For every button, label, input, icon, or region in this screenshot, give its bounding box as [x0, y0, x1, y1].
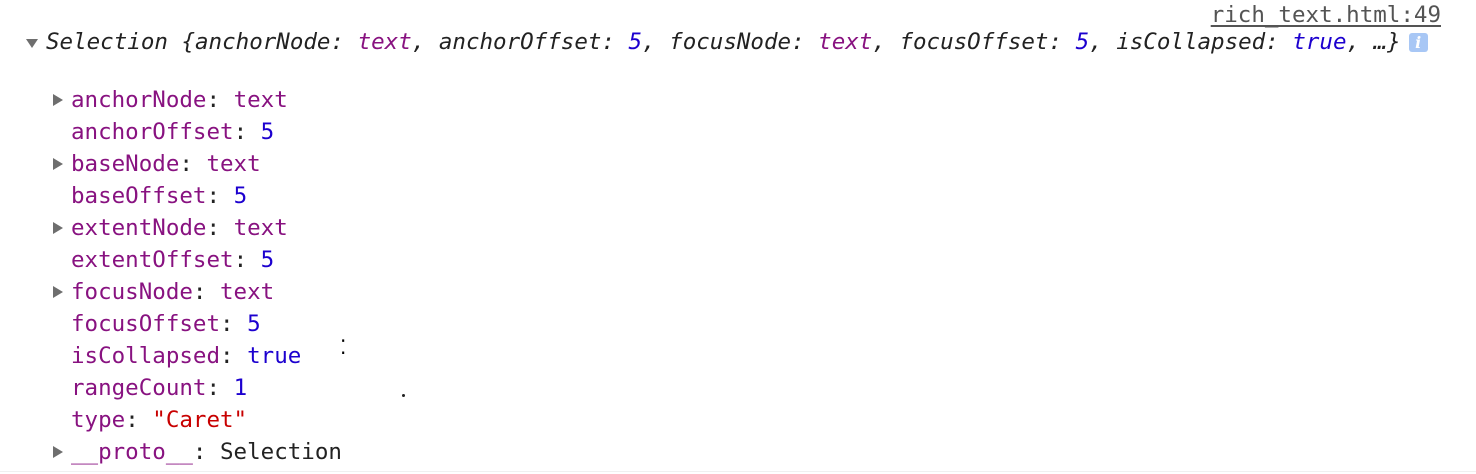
summary-comma: , [1089, 29, 1117, 55]
property-separator: : [206, 87, 234, 113]
property-row-rangecount: rangeCount: 1 [0, 372, 1476, 404]
property-key: anchorNode [71, 87, 207, 113]
property-value: 1 [233, 375, 248, 401]
summary-colon: : [1048, 29, 1076, 55]
triangle-down-icon[interactable] [26, 39, 38, 48]
property-separator: : [206, 183, 234, 209]
summary-type-name: Selection [46, 29, 168, 55]
selection-summary[interactable]: Selection {anchorNode: text, anchorOffse… [46, 28, 1446, 56]
property-row-baseoffset: baseOffset: 5 [0, 180, 1476, 212]
property-value: 5 [260, 119, 275, 145]
summary-key-focus-offset: focusOffset [899, 29, 1049, 55]
property-separator: : [206, 375, 234, 401]
triangle-right-icon[interactable] [53, 158, 63, 170]
property-value: Selection [220, 439, 342, 465]
summary-value-is-collapsed: true [1292, 29, 1347, 55]
property-key: baseNode [71, 151, 180, 177]
property-key: anchorOffset [71, 119, 234, 145]
property-key: extentNode [71, 215, 207, 241]
property-separator: : [192, 439, 221, 465]
summary-key-anchor-node: anchorNode [195, 29, 331, 55]
summary-value-anchor-offset: 5 [628, 29, 643, 55]
summary-value-focus-offset: 5 [1075, 29, 1090, 55]
property-key: focusOffset [71, 311, 221, 337]
summary-value-anchor-node: text [357, 29, 412, 55]
property-separator: : [192, 279, 221, 305]
property-key: focusNode [71, 279, 193, 305]
property-row-focusnode[interactable]: focusNode: text [0, 276, 1476, 308]
source-location-link[interactable]: rich_text.html:49 [1211, 2, 1441, 28]
summary-value-focus-node: text [818, 29, 873, 55]
triangle-right-icon[interactable] [53, 222, 63, 234]
property-value: text [233, 87, 288, 113]
property-row-anchornode[interactable]: anchorNode: text [0, 84, 1476, 116]
property-list: anchorNode: text anchorOffset: 5 baseNode:… [0, 84, 1476, 468]
property-value: "Caret" [152, 407, 248, 433]
property-key: rangeCount [71, 375, 207, 401]
property-row-extentnode[interactable]: extentNode: text [0, 212, 1476, 244]
property-separator: : [233, 119, 261, 145]
info-icon[interactable]: i [1408, 33, 1428, 52]
property-separator: : [125, 407, 153, 433]
summary-colon: : [601, 29, 629, 55]
property-value: text [220, 279, 275, 305]
summary-key-anchor-offset: anchorOffset [438, 29, 602, 55]
summary-open-brace: { [167, 29, 196, 55]
property-value: true [247, 343, 302, 369]
property-separator: : [206, 215, 234, 241]
property-value: text [206, 151, 261, 177]
property-separator: : [179, 151, 207, 177]
property-row-focusoffset: focusOffset: 5 [0, 308, 1476, 340]
property-row-type: type: "Caret" [0, 404, 1476, 436]
property-value: 5 [233, 183, 248, 209]
mouse-cursor-icon: ⁚ [340, 335, 347, 359]
summary-tail: , …} [1346, 29, 1401, 55]
property-separator: : [233, 247, 261, 273]
summary-colon: : [330, 29, 358, 55]
property-key: baseOffset [71, 183, 207, 209]
property-row-iscollapsed: isCollapsed: true [0, 340, 1476, 372]
property-key: type [71, 407, 126, 433]
property-value: text [233, 215, 288, 241]
property-value: 5 [260, 247, 275, 273]
property-separator: : [220, 343, 248, 369]
property-row-extentoffset: extentOffset: 5 [0, 244, 1476, 276]
property-key: extentOffset [71, 247, 234, 273]
property-row-proto[interactable]: __proto__: Selection [0, 436, 1476, 468]
console-divider [0, 471, 1476, 472]
summary-comma: , [411, 29, 439, 55]
property-separator: : [220, 311, 248, 337]
property-value: 5 [247, 311, 261, 337]
property-row-basenode[interactable]: baseNode: text [0, 148, 1476, 180]
summary-comma: , [872, 29, 900, 55]
summary-key-focus-node: focusNode [669, 29, 792, 55]
triangle-right-icon[interactable] [53, 286, 63, 298]
property-row-anchoroffset: anchorOffset: 5 [0, 116, 1476, 148]
triangle-right-icon[interactable] [53, 446, 63, 458]
property-key: __proto__ [71, 439, 193, 465]
triangle-right-icon[interactable] [53, 94, 63, 106]
summary-comma: , [642, 29, 670, 55]
stray-dot-decoration [402, 394, 405, 397]
summary-colon: : [791, 29, 819, 55]
summary-colon: : [1265, 29, 1293, 55]
summary-key-is-collapsed: isCollapsed [1116, 29, 1266, 55]
property-key: isCollapsed [71, 343, 221, 369]
